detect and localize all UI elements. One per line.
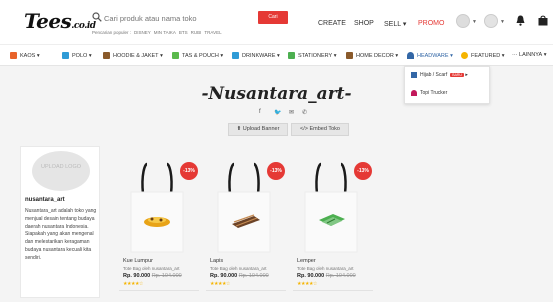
- popular-term[interactable]: TRAVEL: [204, 30, 221, 35]
- nav-create[interactable]: CREATE: [318, 20, 346, 27]
- dropdown-item-hijab[interactable]: Hijab / Scarf BARU ▸: [411, 72, 468, 78]
- discount-badge: -13%: [354, 162, 372, 180]
- category-label: HEADWARE: [417, 52, 449, 59]
- store-name: nusantara_art: [25, 197, 65, 203]
- category-label: HOME DECOR: [356, 52, 394, 59]
- nav-sell-label: SELL: [384, 21, 401, 28]
- polo-icon: [62, 52, 69, 59]
- twitter-icon[interactable]: 🐦: [274, 109, 281, 116]
- price-old: Rp. 104.000: [238, 273, 269, 279]
- price-current: Rp. 90.000: [297, 273, 325, 279]
- sofa-icon: [346, 52, 353, 59]
- category-home-decor[interactable]: HOME DECOR ▾: [346, 52, 398, 59]
- store-title: -Nusantara_art-: [201, 84, 352, 104]
- avatar[interactable]: [456, 14, 470, 28]
- price-current: Rp. 90.000: [210, 273, 238, 279]
- product-price: Rp. 90.000 Rp. 104.000: [210, 273, 269, 279]
- category-label: HOODIE & JAKET: [113, 52, 159, 59]
- category-drinkware[interactable]: DRINKWARE ▾: [232, 52, 280, 59]
- popular-term[interactable]: RUBI: [191, 30, 202, 35]
- card-divider: [206, 290, 286, 291]
- search-button[interactable]: Cari: [258, 11, 288, 24]
- product-subtitle: Tote Bag oleh nusantara_art: [297, 266, 354, 271]
- facebook-icon[interactable]: f: [259, 109, 261, 115]
- category-headware[interactable]: HEADWARE ▾: [407, 52, 453, 59]
- category-label: DRINKWARE: [242, 52, 276, 59]
- popular-searches: Pencarian populer : DISNEY MIN TAIKA BTS RUB…: [92, 30, 225, 35]
- category-label: FEATURED: [471, 52, 501, 59]
- search-icon: [92, 12, 102, 22]
- card-divider: [119, 290, 199, 291]
- popular-label: Pencarian populer :: [92, 30, 132, 35]
- popular-term[interactable]: BTS: [179, 30, 188, 35]
- category-stationery[interactable]: STATIONERY ▾: [288, 52, 337, 59]
- nav-sell[interactable]: SELL ▾: [384, 20, 406, 28]
- category-polo[interactable]: POLO ▾: [62, 52, 92, 59]
- upload-banner-button[interactable]: ⬆ Upload Banner: [228, 123, 288, 136]
- star-icon: [461, 52, 468, 59]
- category-kaos[interactable]: KAOS ▾: [10, 52, 40, 59]
- price-old: Rp. 104.000: [151, 273, 182, 279]
- discount-badge: -13%: [180, 162, 198, 180]
- shopping-bag-icon[interactable]: [538, 15, 548, 26]
- product-name[interactable]: Kue Lumpur: [123, 258, 153, 264]
- product-subtitle: Tote Bag oleh nusantara_art: [210, 266, 267, 271]
- store-sidebar: UPLOAD LOGO nusantara_art Nusantara_art …: [20, 146, 100, 298]
- category-label: KAOS: [20, 52, 36, 59]
- price-current: Rp. 90.000: [123, 273, 151, 279]
- category-featured[interactable]: FEATURED ▾: [461, 52, 505, 59]
- whatsapp-icon[interactable]: ✆: [302, 109, 307, 116]
- category-label: TAS & POUCH: [182, 52, 219, 59]
- product-price: Rp. 90.000 Rp. 104.000: [297, 273, 356, 279]
- dropdown-item-label: Hijab / Scarf: [420, 72, 448, 78]
- top-header: Tees.co.id Pencarian populer :DISNEYMIN …: [0, 0, 553, 44]
- bell-icon[interactable]: [516, 15, 525, 26]
- upload-logo-placeholder[interactable]: UPLOAD LOGO: [32, 151, 90, 191]
- product-rating: ★★★★☆: [210, 281, 230, 287]
- email-icon[interactable]: ✉: [289, 109, 294, 116]
- product-price: Rp. 90.000 Rp. 104.000: [123, 273, 182, 279]
- search-input[interactable]: [104, 11, 254, 25]
- embed-toko-button[interactable]: </> Embed Toko: [291, 123, 349, 136]
- nav-promo[interactable]: PROMO: [418, 20, 444, 27]
- category-label: LAINNYA: [519, 52, 543, 58]
- product-name[interactable]: Lemper: [297, 258, 316, 264]
- store-description: Nusantara_art adalah toko yang menjual d…: [25, 208, 97, 261]
- cap-icon: [407, 52, 414, 59]
- hoodie-icon: [103, 52, 110, 59]
- category-label: POLO: [72, 52, 88, 59]
- new-badge: BARU: [450, 73, 464, 77]
- tote-bag-icon: [172, 52, 179, 59]
- card-divider: [293, 290, 373, 291]
- notebook-icon: [288, 52, 295, 59]
- popular-term[interactable]: MIN TAIKA: [154, 30, 176, 35]
- category-nav: KAOS ▾ POLO ▾ HOODIE & JAKET ▾ TAS & POU…: [0, 44, 553, 66]
- category-tas[interactable]: TAS & POUCH ▾: [172, 52, 223, 59]
- category-lainnya[interactable]: ··· LAINNYA ▾: [512, 52, 546, 58]
- chevron-down-icon: ▼: [500, 19, 505, 25]
- site-logo[interactable]: Tees.co.id: [24, 9, 96, 33]
- logo-text: Tees: [24, 9, 72, 33]
- discount-badge: -13%: [267, 162, 285, 180]
- product-rating: ★★★★☆: [297, 281, 317, 287]
- product-rating: ★★★★☆: [123, 281, 143, 287]
- bottle-icon: [232, 52, 239, 59]
- price-old: Rp. 104.000: [325, 273, 356, 279]
- product-name[interactable]: Lapis: [210, 258, 223, 264]
- nav-shop[interactable]: SHOP: [354, 20, 374, 27]
- hijab-icon: [411, 72, 417, 78]
- tshirt-icon: [10, 52, 17, 59]
- chevron-down-icon: ▼: [472, 19, 477, 25]
- cart-avatar[interactable]: [484, 14, 498, 28]
- category-hoodie[interactable]: HOODIE & JAKET ▾: [103, 52, 163, 59]
- category-label: STATIONERY: [298, 52, 333, 59]
- popular-term[interactable]: DISNEY: [134, 30, 151, 35]
- upload-banner-label: Upload Banner: [242, 126, 280, 132]
- more-icon: ···: [512, 52, 520, 58]
- product-subtitle: Tote Bag oleh nusantara_art: [123, 266, 180, 271]
